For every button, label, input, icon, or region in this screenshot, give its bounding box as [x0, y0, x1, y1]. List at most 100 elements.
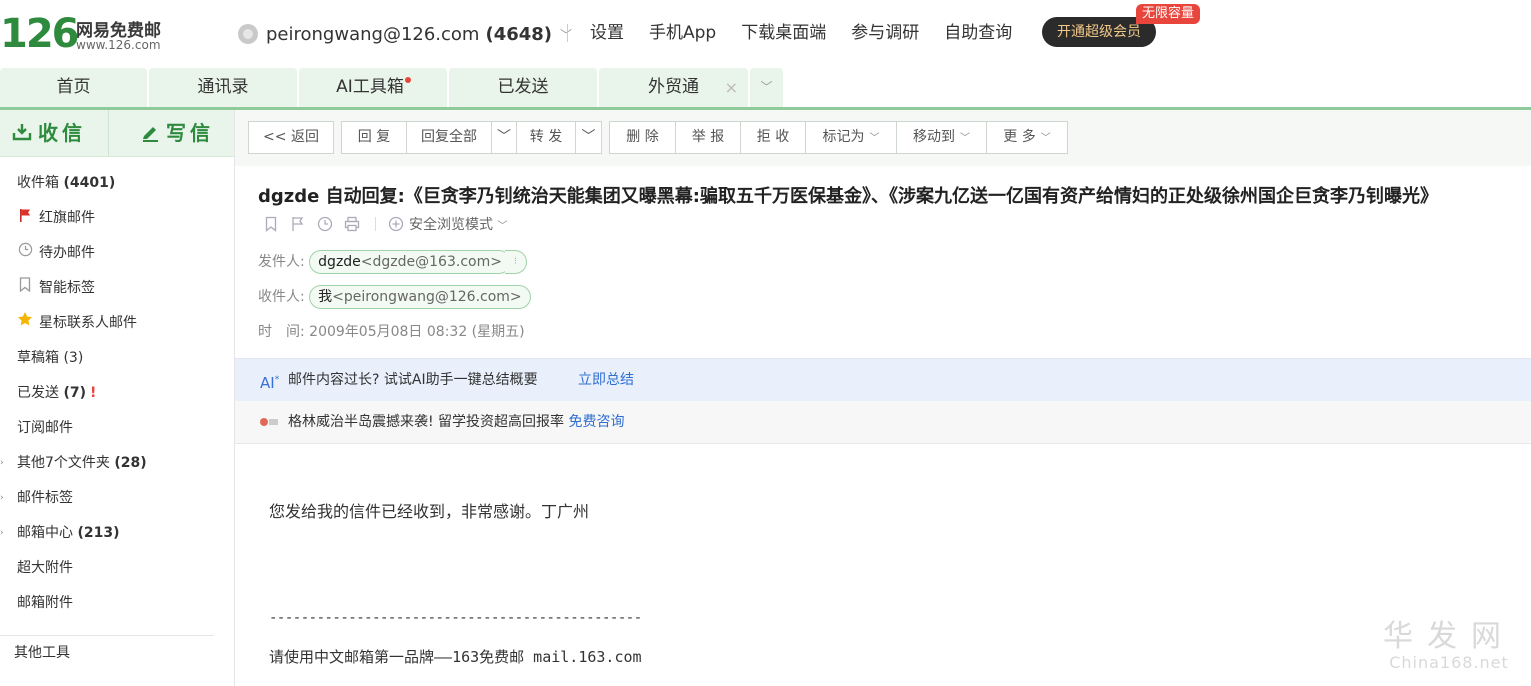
alert-mark: ! [90, 385, 97, 401]
reply-button[interactable]: 回 复 [341, 121, 407, 154]
tab-home[interactable]: 首页 [0, 68, 147, 107]
tab-ai-toolbox[interactable]: AI工具箱 [299, 68, 447, 107]
ai-summary-link[interactable]: 立即总结 [578, 359, 634, 401]
ad-bar: 格林威治半岛震撼来袭! 留学投资超高回报率 免费咨询 [235, 401, 1531, 444]
caret-right-icon[interactable]: › [0, 446, 4, 481]
link-settings[interactable]: 设置 [590, 20, 624, 46]
sidebar-item-label: 已发送 [17, 385, 59, 401]
receive-button[interactable]: 收信 [12, 110, 86, 156]
reply-dropdown[interactable]: ﹀ [491, 121, 517, 154]
compose-row: 收信 写信 [0, 110, 234, 157]
sender-pill[interactable]: dgzde<dgzde@163.com> [309, 250, 511, 274]
report-button[interactable]: 举 报 [675, 121, 741, 154]
chevron-down-icon: ﹀ [497, 129, 511, 145]
sent-time: 2009年05月08日 08:32 (星期五) [309, 324, 525, 340]
safe-mode-dropdown[interactable]: 安全浏览模式 ﹀ [409, 214, 507, 234]
mail-subject: dgzde 自动回复:《巨贪李乃钊统治天能集团又曝黑幕:骗取五千万医保基金》、《… [258, 186, 1438, 207]
caret-right-icon[interactable]: › [0, 516, 4, 551]
sidebar-item-large-attachments[interactable]: 超大附件 [0, 551, 234, 586]
top-bar: 126 网易免费邮 www.126.com peirongwang@126.co… [0, 0, 1531, 66]
sidebar: 收信 写信 收件箱 (4401) 红旗邮件 待办邮件 智能标签 星标联系人邮件 … [0, 110, 235, 686]
forward-dropdown[interactable]: ﹀ [575, 121, 602, 154]
sidebar-item-mail-tags[interactable]: › 邮件标签 [0, 481, 234, 516]
write-button[interactable]: 写信 [140, 110, 214, 156]
delete-button[interactable]: 删 除 [609, 121, 676, 154]
sidebar-item-todo[interactable]: 待办邮件 [0, 236, 234, 271]
ad-link[interactable]: 免费咨询 [569, 414, 625, 430]
reject-button[interactable]: 拒 收 [740, 121, 806, 154]
reply-all-button[interactable]: 回复全部 [406, 121, 492, 154]
draft-count: (3) [63, 350, 84, 366]
account-menu[interactable]: peirongwang@126.com (4648) ﹀ [238, 20, 572, 48]
print-icon[interactable] [344, 216, 360, 232]
sidebar-item-label: 草稿箱 [17, 350, 59, 366]
sidebar-item-label: 智能标签 [39, 280, 95, 296]
notification-dot [404, 77, 411, 83]
sidebar-item-label: 待办邮件 [39, 245, 95, 261]
link-survey[interactable]: 参与调研 [851, 20, 919, 46]
inbox-download-icon [12, 124, 32, 141]
close-icon[interactable]: × [725, 68, 738, 107]
sender-address: <dgzde@163.com> [360, 254, 502, 270]
bookmark-icon[interactable] [263, 216, 279, 232]
sidebar-item-flagged[interactable]: 红旗邮件 [0, 201, 234, 236]
tab-label: 外贸通 [648, 77, 699, 97]
account-email: peirongwang@126.com [266, 23, 480, 45]
link-mobile-app[interactable]: 手机App [649, 20, 716, 46]
mail-actions: 安全浏览模式 ﹀ [263, 214, 507, 234]
sender-more-icon[interactable]: ⁝ [504, 250, 527, 274]
clock-icon [17, 236, 33, 271]
sidebar-item-label: 邮箱附件 [17, 595, 73, 611]
chevron-down-icon: ﹀ [960, 133, 970, 144]
safe-mode-label: 安全浏览模式 [409, 217, 493, 233]
recipient-address: <peirongwang@126.com> [332, 289, 522, 305]
sidebar-item-other-folders[interactable]: › 其他7个文件夹 (28) [0, 446, 234, 481]
sidebar-item-smart-tags[interactable]: 智能标签 [0, 271, 234, 306]
sidebar-item-drafts[interactable]: 草稿箱 (3) [0, 341, 234, 376]
back-button[interactable]: << 返回 [248, 121, 334, 154]
unread-count: (28) [114, 455, 147, 471]
sidebar-item-starred-contacts[interactable]: 星标联系人邮件 [0, 306, 234, 341]
sender-name: dgzde [318, 254, 361, 270]
tab-label: 通讯录 [197, 77, 249, 97]
forward-button[interactable]: 转 发 [516, 121, 576, 154]
divider [375, 217, 376, 231]
logo-number: 126 [0, 11, 79, 57]
tab-trade[interactable]: 外贸通 × [599, 68, 748, 107]
receive-label: 收信 [38, 121, 86, 145]
sidebar-item-attachments[interactable]: 邮箱附件 [0, 586, 234, 621]
flag-icon[interactable] [290, 216, 306, 232]
sidebar-item-other-tools[interactable]: 其他工具 [0, 642, 234, 664]
pencil-icon [143, 127, 158, 142]
sidebar-item-subscriptions[interactable]: 订阅邮件 [0, 411, 234, 446]
move-to-dropdown[interactable]: 移动到 ﹀ [896, 121, 987, 154]
top-links: 设置 手机App 下载桌面端 参与调研 自助查询 [590, 20, 1037, 46]
more-label: 更 多 [1003, 129, 1036, 145]
chevron-down-icon: ﹀ [497, 221, 508, 232]
tab-contacts[interactable]: 通讯录 [149, 68, 297, 107]
recipient-pill[interactable]: 我<peirongwang@126.com> [309, 285, 531, 309]
divider [567, 24, 568, 42]
sidebar-item-label: 红旗邮件 [39, 210, 95, 226]
sidebar-item-label: 订阅邮件 [17, 420, 73, 436]
caret-right-icon[interactable]: › [0, 481, 4, 516]
chevron-down-icon: ﹀ [581, 129, 596, 145]
tab-sent[interactable]: 已发送 [449, 68, 597, 107]
clock-icon[interactable] [317, 216, 333, 232]
link-desktop-download[interactable]: 下载桌面端 [741, 20, 826, 46]
tab-more-dropdown[interactable]: ﹀ [750, 68, 783, 107]
sidebar-item-label: 其他7个文件夹 [17, 455, 110, 471]
more-dropdown[interactable]: 更 多 ﹀ [986, 121, 1068, 154]
mail-reader: << 返回 回 复 回复全部 ﹀ 转 发 ﹀ 删 除 举 报 拒 收 标记为 ﹀ … [235, 110, 1531, 686]
chevron-down-icon: ﹀ [1040, 133, 1051, 144]
sidebar-item-mailbox-center[interactable]: › 邮箱中心 (213) [0, 516, 234, 551]
ad-text: 格林威治半岛震撼来袭! 留学投资超高回报率 [288, 414, 569, 430]
sidebar-item-inbox[interactable]: 收件箱 (4401) [0, 166, 234, 201]
time-row: 时 间: 2009年05月08日 08:32 (星期五) [258, 318, 525, 346]
sidebar-item-sent[interactable]: 已发送 (7)! [0, 376, 234, 411]
link-self-service[interactable]: 自助查询 [944, 20, 1012, 46]
sent-count: (7) [63, 385, 86, 401]
mark-as-dropdown[interactable]: 标记为 ﹀ [805, 121, 897, 154]
watermark-line1: 华发网 [1383, 619, 1515, 654]
sidebar-item-label: 收件箱 [17, 175, 59, 191]
